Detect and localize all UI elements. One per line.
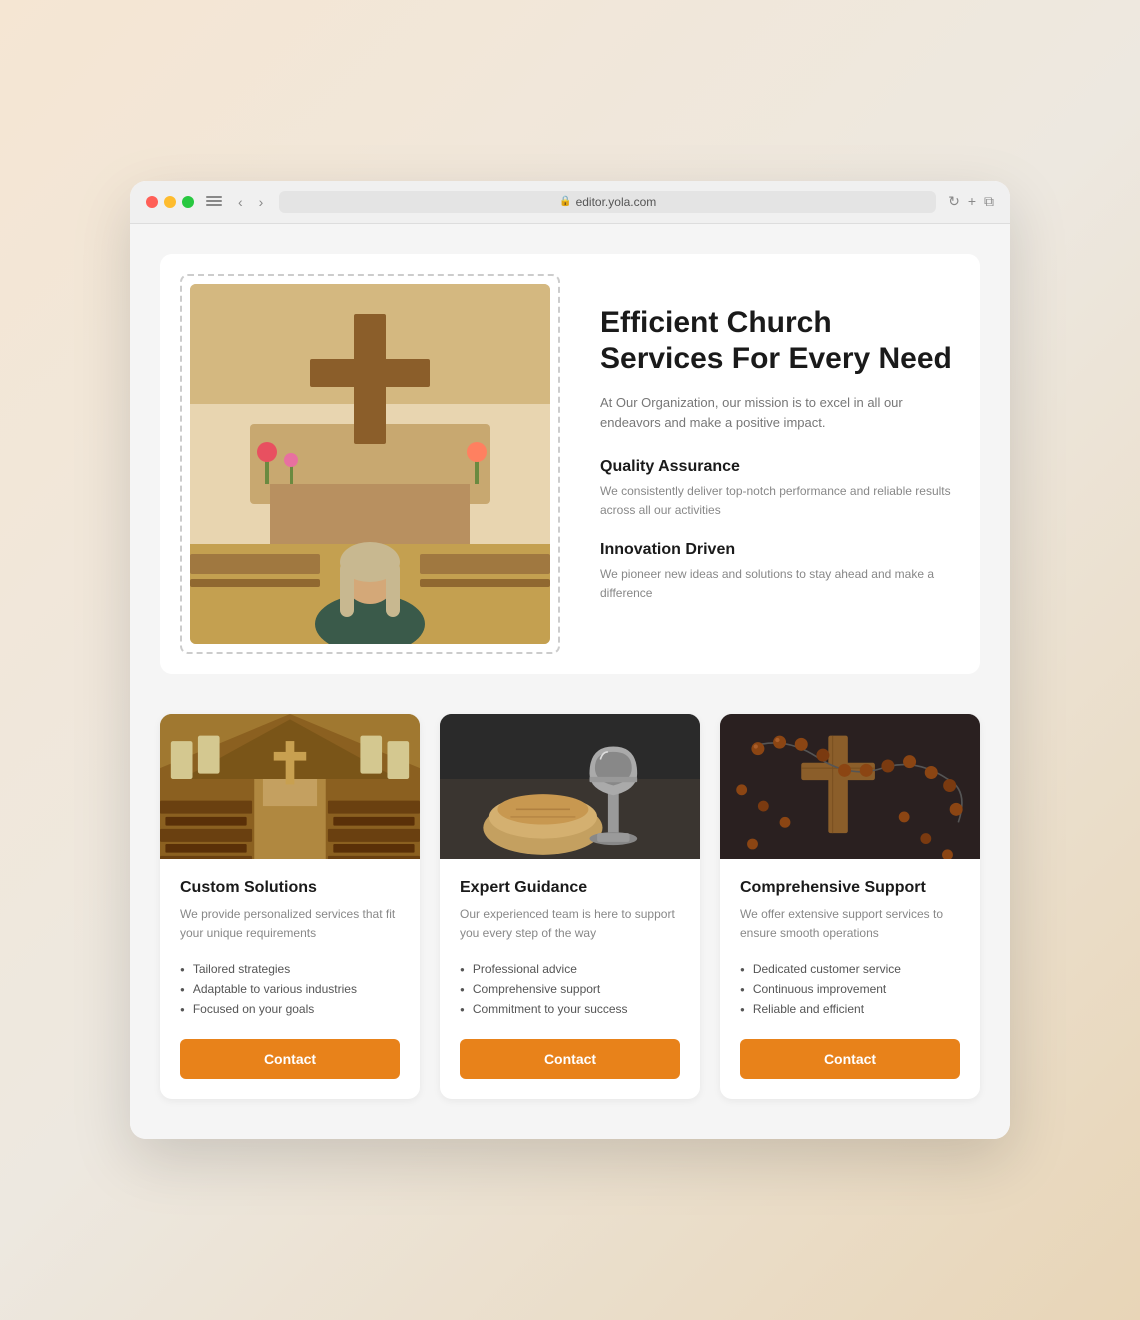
list-item: Focused on your goals bbox=[180, 999, 400, 1019]
dot-yellow[interactable] bbox=[164, 196, 176, 208]
contact-button-2[interactable]: Contact bbox=[460, 1039, 680, 1079]
dot-green[interactable] bbox=[182, 196, 194, 208]
card-title-1: Custom Solutions bbox=[180, 879, 400, 897]
list-item: Tailored strategies bbox=[180, 959, 400, 979]
card-body-1: Custom Solutions We provide personalized… bbox=[160, 859, 420, 1099]
card-custom-solutions: Custom Solutions We provide personalized… bbox=[160, 714, 420, 1099]
forward-button[interactable]: › bbox=[255, 192, 268, 212]
card-comprehensive-support: Comprehensive Support We offer extensive… bbox=[720, 714, 980, 1099]
card-list-3: Dedicated customer service Continuous im… bbox=[740, 959, 960, 1019]
list-item: Reliable and efficient bbox=[740, 999, 960, 1019]
browser-controls: ‹ › bbox=[234, 192, 267, 212]
list-item: Dedicated customer service bbox=[740, 959, 960, 979]
browser-window: ‹ › 🔒 editor.yola.com ↻ + ⧉ bbox=[130, 181, 1010, 1139]
add-tab-button[interactable]: + bbox=[968, 193, 976, 210]
more-options-button[interactable]: ⧉ bbox=[984, 193, 994, 210]
list-item: Continuous improvement bbox=[740, 979, 960, 999]
list-item: Adaptable to various industries bbox=[180, 979, 400, 999]
dot-red[interactable] bbox=[146, 196, 158, 208]
card-image-church-interior bbox=[160, 714, 420, 859]
feature-innovation: Innovation Driven We pioneer new ideas a… bbox=[600, 541, 960, 603]
url-text: editor.yola.com bbox=[576, 195, 657, 209]
feature-quality-title: Quality Assurance bbox=[600, 458, 960, 476]
card-desc-2: Our experienced team is here to support … bbox=[460, 905, 680, 943]
feature-quality: Quality Assurance We consistently delive… bbox=[600, 458, 960, 520]
hero-description: At Our Organization, our mission is to e… bbox=[600, 393, 960, 435]
browser-dots bbox=[146, 196, 194, 208]
sidebar-icon[interactable] bbox=[206, 196, 222, 208]
feature-innovation-title: Innovation Driven bbox=[600, 541, 960, 559]
contact-button-3[interactable]: Contact bbox=[740, 1039, 960, 1079]
card-desc-1: We provide personalized services that fi… bbox=[180, 905, 400, 943]
card-body-3: Comprehensive Support We offer extensive… bbox=[720, 859, 980, 1099]
address-bar[interactable]: 🔒 editor.yola.com bbox=[279, 191, 936, 213]
card-title-2: Expert Guidance bbox=[460, 879, 680, 897]
hero-section: Efficient Church Services For Every Need… bbox=[160, 254, 980, 674]
card-list-2: Professional advice Comprehensive suppor… bbox=[460, 959, 680, 1019]
feature-quality-desc: We consistently deliver top-notch perfor… bbox=[600, 482, 960, 520]
hero-image-wrapper bbox=[180, 274, 560, 654]
card-image-rosary bbox=[720, 714, 980, 859]
card-image-chalice bbox=[440, 714, 700, 859]
card-title-3: Comprehensive Support bbox=[740, 879, 960, 897]
feature-innovation-desc: We pioneer new ideas and solutions to st… bbox=[600, 565, 960, 603]
browser-toolbar: ‹ › 🔒 editor.yola.com ↻ + ⧉ bbox=[130, 181, 1010, 224]
browser-content: Efficient Church Services For Every Need… bbox=[130, 224, 1010, 1139]
card-body-2: Expert Guidance Our experienced team is … bbox=[440, 859, 700, 1099]
hero-title: Efficient Church Services For Every Need bbox=[600, 305, 960, 377]
cards-section: Custom Solutions We provide personalized… bbox=[160, 714, 980, 1099]
list-item: Comprehensive support bbox=[460, 979, 680, 999]
card-expert-guidance: Expert Guidance Our experienced team is … bbox=[440, 714, 700, 1099]
list-item: Professional advice bbox=[460, 959, 680, 979]
browser-actions: ↻ + ⧉ bbox=[948, 193, 994, 210]
contact-button-1[interactable]: Contact bbox=[180, 1039, 400, 1079]
list-item: Commitment to your success bbox=[460, 999, 680, 1019]
lock-icon: 🔒 bbox=[559, 196, 571, 207]
back-button[interactable]: ‹ bbox=[234, 192, 247, 212]
reload-button[interactable]: ↻ bbox=[948, 193, 960, 210]
hero-image bbox=[190, 284, 550, 644]
card-desc-3: We offer extensive support services to e… bbox=[740, 905, 960, 943]
hero-text: Efficient Church Services For Every Need… bbox=[600, 295, 960, 633]
card-list-1: Tailored strategies Adaptable to various… bbox=[180, 959, 400, 1019]
